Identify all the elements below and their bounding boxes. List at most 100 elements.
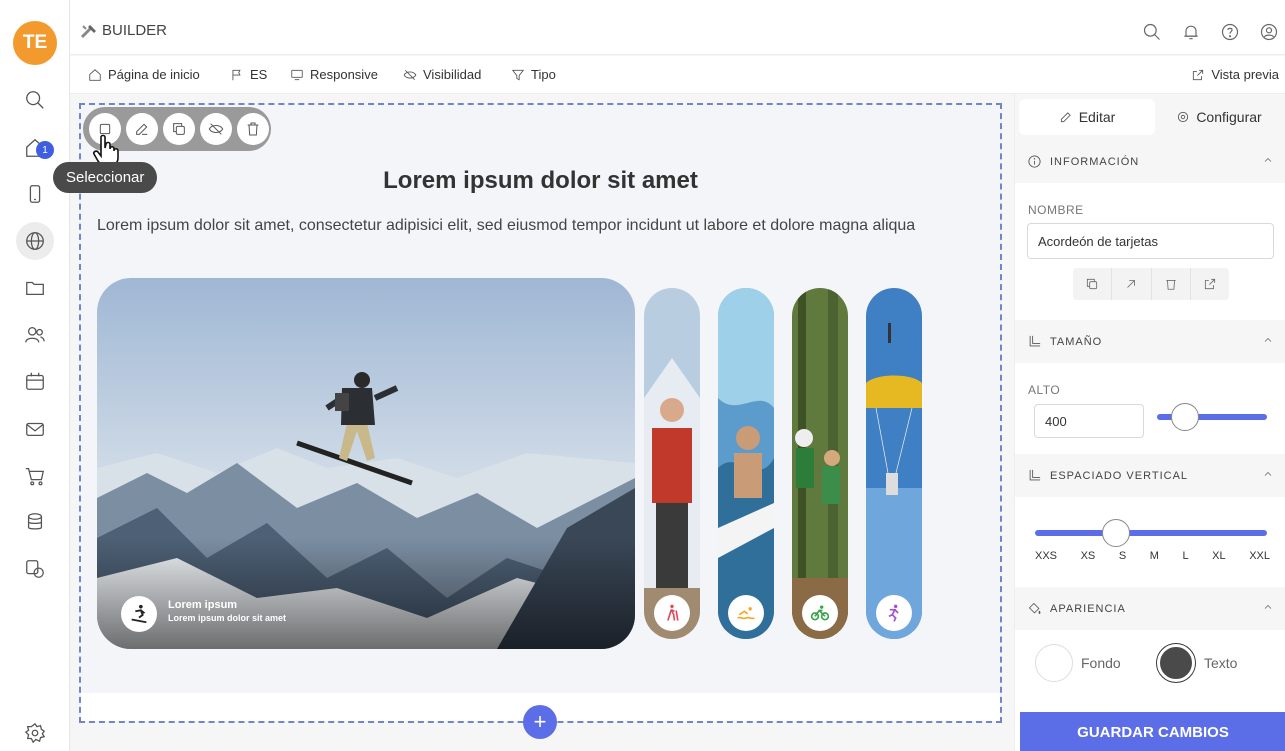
open-button[interactable] [1191, 268, 1229, 300]
delete-button[interactable] [237, 113, 269, 145]
calendar-icon[interactable] [16, 362, 54, 400]
spacing-icon [1029, 469, 1041, 481]
panel-tabs: Editar Configurar [1015, 94, 1285, 140]
text-label: Texto [1204, 655, 1238, 671]
name-actions [1073, 268, 1229, 300]
height-field[interactable]: 400 [1034, 404, 1144, 438]
spacing-slider-handle[interactable] [1102, 519, 1130, 547]
external-link-icon [1204, 278, 1215, 290]
height-slider-handle[interactable] [1170, 403, 1199, 431]
preview-button[interactable]: Vista previa [1191, 67, 1279, 82]
language-button[interactable]: ES [230, 67, 267, 82]
spacing-option-xxl[interactable]: XXL [1249, 550, 1270, 562]
search-icon[interactable] [16, 81, 54, 119]
duplicate-button[interactable] [1073, 268, 1113, 300]
parachute-badge [876, 595, 912, 631]
hiking-badge [654, 595, 690, 631]
shapes-icon[interactable] [16, 550, 54, 588]
section-subtext[interactable]: Lorem ipsum dolor sit amet, consectetur … [97, 217, 915, 235]
surf-badge [728, 595, 764, 631]
mail-icon[interactable] [16, 410, 54, 448]
bell-icon[interactable] [1181, 22, 1201, 42]
card-title: Lorem ipsum [168, 599, 238, 611]
copy-icon [173, 123, 185, 135]
users-icon[interactable] [16, 316, 54, 354]
section-size-header[interactable]: TAMAÑO [1015, 320, 1285, 363]
size-title: TAMAÑO [1050, 335, 1103, 348]
visibility-button[interactable]: Visibilidad [403, 67, 481, 82]
cycling-image [792, 288, 848, 639]
spacing-slider-track[interactable] [1035, 530, 1267, 536]
hiking-image [644, 288, 700, 639]
card-hiking[interactable] [644, 288, 700, 639]
trash-icon [247, 122, 259, 136]
name-field[interactable]: Acordeón de tarjetas [1027, 223, 1274, 259]
spacing-option-m[interactable]: M [1150, 550, 1159, 562]
properties-panel: Editar Configurar INFORMACIÓN NOMBRE Aco… [1014, 94, 1285, 751]
delete-button[interactable] [1152, 268, 1191, 300]
snowboard-icon [131, 604, 147, 624]
help-icon[interactable] [1220, 22, 1240, 42]
home-page-button[interactable]: Página de inicio [88, 67, 200, 82]
section-appearance-header[interactable]: APARIENCIA [1015, 587, 1285, 630]
responsive-button[interactable]: Responsive [290, 67, 378, 82]
tab-edit[interactable]: Editar [1019, 99, 1155, 135]
activity-icon [888, 604, 899, 622]
info-icon [1028, 155, 1041, 168]
spacing-option-xl[interactable]: XL [1212, 550, 1225, 562]
arrow-up-right-icon [1127, 280, 1136, 288]
background-label: Fondo [1081, 655, 1121, 671]
move-button[interactable] [1112, 268, 1152, 300]
size-icon [1029, 335, 1041, 347]
card-cycling[interactable] [792, 288, 848, 639]
brand-label: BUILDER [102, 22, 168, 39]
hide-button[interactable] [200, 113, 232, 145]
settings-icon[interactable] [16, 714, 54, 751]
type-filter-button[interactable]: Tipo [511, 67, 556, 82]
top-bar: BUILDER [70, 0, 1285, 55]
cycling-badge [802, 595, 838, 631]
spacing-option-l[interactable]: L [1182, 550, 1188, 562]
folder-icon[interactable] [16, 269, 54, 307]
language-label: ES [250, 67, 268, 82]
tab-configure[interactable]: Configurar [1151, 99, 1285, 135]
snowboard-badge [121, 596, 157, 632]
name-label: NOMBRE [1028, 203, 1084, 217]
section-heading[interactable]: Lorem ipsum dolor sit amet [81, 167, 1000, 195]
background-color-swatch[interactable] [1035, 644, 1073, 682]
mobile-icon[interactable] [16, 175, 54, 213]
section-info-header[interactable]: INFORMACIÓN [1015, 140, 1285, 183]
surf-image [718, 288, 774, 639]
duplicate-button[interactable] [163, 113, 195, 145]
database-icon[interactable] [16, 503, 54, 541]
top-icons [1142, 22, 1279, 42]
card-snowboard[interactable]: Lorem ipsum Lorem ipsum dolor sit amet [97, 278, 635, 649]
trash-icon [1165, 280, 1176, 290]
spacing-option-xxs[interactable]: XXS [1035, 550, 1057, 562]
spacing-option-s[interactable]: S [1119, 550, 1126, 562]
section-spacing-header[interactable]: ESPACIADO VERTICAL [1015, 454, 1285, 497]
cart-icon[interactable] [16, 457, 54, 495]
text-color-swatch[interactable] [1157, 644, 1195, 682]
add-section-button[interactable]: + [523, 705, 557, 739]
paint-bucket-icon [1028, 602, 1041, 614]
avatar[interactable]: TE [13, 21, 57, 65]
card-surf[interactable] [718, 288, 774, 639]
chevron-up-icon [1264, 338, 1272, 342]
globe-icon[interactable] [16, 222, 54, 260]
edit-icon [1060, 112, 1071, 123]
home-icon [89, 68, 101, 81]
swim-icon [737, 607, 755, 620]
edit-button[interactable] [126, 113, 158, 145]
filter-icon [511, 69, 525, 80]
page-toolbar: Página de inicio ES Responsive Visibilid… [70, 56, 1285, 94]
notification-badge: 1 [36, 141, 54, 159]
card-parachute[interactable] [866, 288, 922, 639]
account-icon[interactable] [1259, 22, 1279, 42]
visibility-label: Visibilidad [423, 67, 482, 82]
eye-off-icon [403, 69, 417, 80]
search-icon[interactable] [1142, 22, 1162, 42]
home-icon[interactable]: 1 [16, 129, 54, 167]
spacing-option-xs[interactable]: XS [1081, 550, 1096, 562]
save-changes-button[interactable]: GUARDAR CAMBIOS [1020, 712, 1285, 751]
